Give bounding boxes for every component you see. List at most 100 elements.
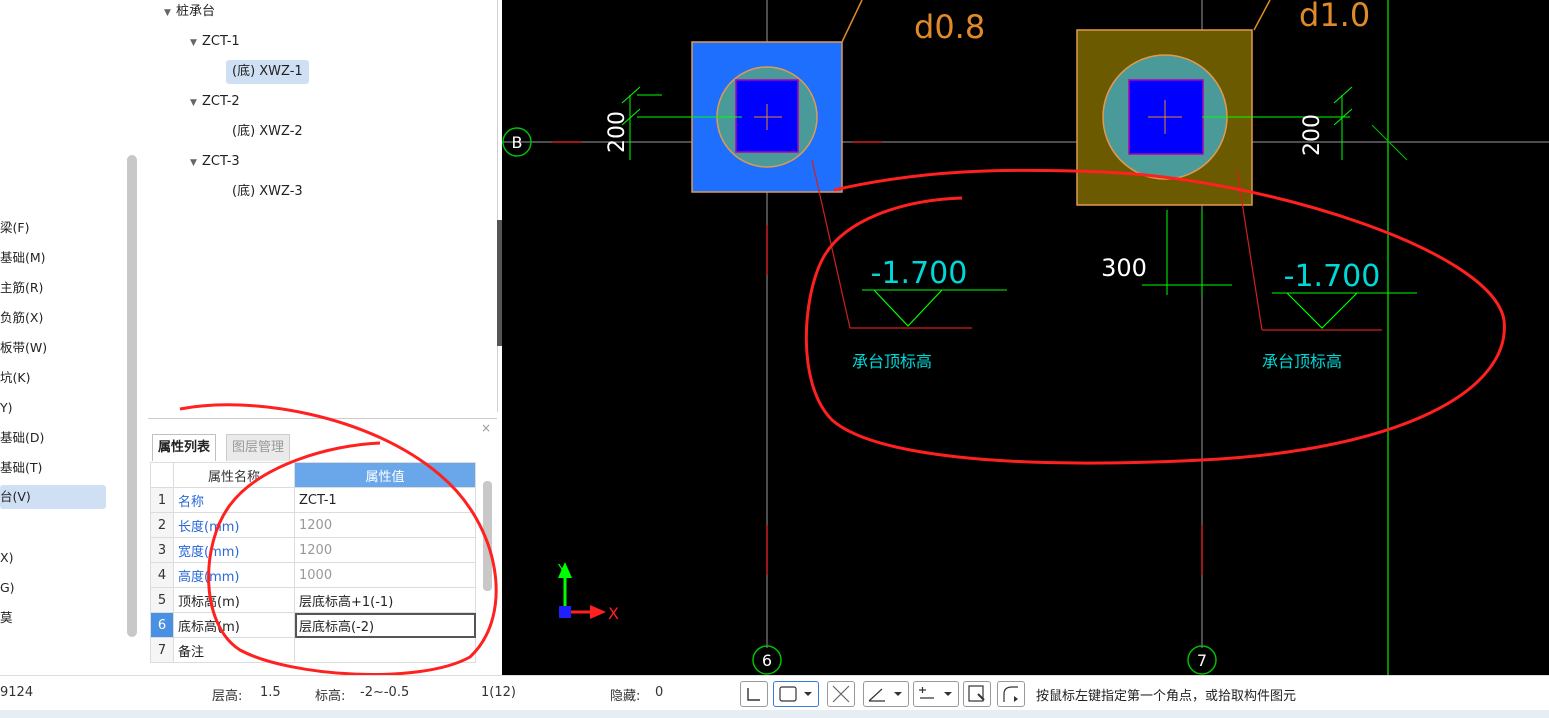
table-header-row: 属性名称 属性值 [150,462,476,488]
selection-count: 1(12) [481,685,516,700]
property-value[interactable]: 1200 [294,512,476,538]
elev-text-right: -1.700 [1284,259,1381,294]
row-number-header [150,462,174,488]
nav-item-pit[interactable]: 坑(K) [0,366,106,390]
tab-property-list[interactable]: 属性列表 [152,434,217,461]
tree-node-zct-2[interactable]: ▼ ZCT-2 [190,90,240,114]
row-number: 4 [150,562,174,588]
property-value[interactable]: 层底标高+1(-1) [294,587,476,613]
select-box-button[interactable] [773,681,819,707]
property-value[interactable]: 1000 [294,562,476,588]
note-text-right: 承台顶标高 [1262,352,1342,371]
status-bar: 9124 层高: 1.5 标高: -2~-0.5 1(12) 隐藏: 0 按鼠标… [0,675,1549,711]
hidden-value: 0 [655,685,664,700]
property-scrollbar[interactable] [483,481,492,591]
window-bottom-edge [0,710,1549,718]
expand-arrow-icon[interactable]: ▼ [190,31,202,55]
arc-button[interactable] [997,681,1025,707]
ucs-y-label: Y [557,563,566,578]
cross-select-button[interactable] [827,681,855,707]
nav-item-slab-strip[interactable]: 板带(W) [0,336,106,360]
nav-item-neg-rebar[interactable]: 负筋(X) [0,306,106,330]
nav-scrollbar[interactable] [127,155,137,637]
axis-label-7: 7 [1197,651,1207,670]
offset-icon [919,687,952,699]
nav-item-foundation-t[interactable]: 基础(T) [0,456,106,480]
tree-node-zct-1[interactable]: ▼ ZCT-1 [190,30,240,54]
coordinate-readout: 9124 [0,685,34,700]
property-value[interactable]: ZCT-1 [294,487,476,513]
table-row[interactable]: 4 高度(mm) 1000 [150,562,476,588]
property-tabs: 属性列表 图层管理 [148,434,497,461]
table-row[interactable]: 6 底标高(m) 层底标高(-2) [150,612,476,638]
tree-node-xwz-1[interactable]: (底) XWZ-1 [226,60,309,84]
nav-item-main-rebar[interactable]: 主筋(R) [0,276,106,300]
command-hint: 按鼠标左键指定第一个角点，或拾取构件图元 [1036,689,1297,704]
expand-arrow-icon[interactable]: ▼ [190,151,202,175]
elev-text-left: -1.700 [871,256,968,291]
property-table: 属性名称 属性值 1 名称 ZCT-1 2 长度(mm) 1200 3 宽度(m… [150,462,476,663]
leader-line [841,0,863,43]
snap-icon [968,685,985,702]
tree-node-label: ZCT-1 [202,34,240,49]
property-name: 高度(mm) [173,562,295,588]
property-name: 长度(mm) [173,512,295,538]
ortho-mode-button[interactable] [740,681,768,707]
table-row[interactable]: 7 备注 [150,637,476,663]
property-name-header: 属性名称 [173,462,295,488]
property-name: 名称 [173,487,295,513]
table-row[interactable]: 1 名称 ZCT-1 [150,487,476,513]
snap-button[interactable] [963,681,991,707]
angle-button[interactable] [863,681,909,707]
close-icon[interactable]: × [481,421,491,435]
tree-node-zct-3[interactable]: ▼ ZCT-3 [190,150,240,174]
tab-layer-management[interactable]: 图层管理 [226,434,291,461]
markup-ellipse-canvas [804,168,1506,465]
cross-icon [832,685,850,703]
hidden-label: 隐藏: [610,689,641,704]
table-row[interactable]: 2 长度(mm) 1200 [150,512,476,538]
table-row[interactable]: 5 顶标高(m) 层底标高+1(-1) [150,587,476,613]
row-number: 1 [150,487,174,513]
property-value-editor[interactable]: 层底标高(-2) [294,612,476,638]
component-tree: ▼ 桩承台 ▼ ZCT-1 (底) XWZ-1 ▼ ZCT-2 (底) XWZ-2 ▼… [148,0,498,412]
property-name: 宽度(mm) [173,537,295,563]
dim-tick [1333,86,1353,104]
floor-height-label: 层高: [212,689,243,704]
ucs-x-label: X [608,604,619,623]
property-name: 顶标高(m) [173,587,295,613]
offset-button[interactable] [913,681,959,707]
axis-label-b: B [512,133,523,152]
ucs-x-arrow [590,605,606,619]
row-number: 5 [150,587,174,613]
elevation-value: -2~-0.5 [360,685,410,700]
floor-height-value: 1.5 [260,685,281,700]
expand-arrow-icon[interactable]: ▼ [190,91,202,115]
nav-item-y[interactable]: Y) [0,396,106,420]
cad-drawing-canvas[interactable]: B 6 7 d0.8 d1.0 200 200 300 -1.700 承台顶标高… [502,0,1549,675]
tree-node-xwz-2[interactable]: (底) XWZ-2 [232,120,303,144]
tree-node-pile-cap[interactable]: ▼ 桩承台 [164,0,215,24]
nav-item-beam[interactable]: 梁(F) [0,216,106,240]
module-nav: 梁(F) 基础(M) 主筋(R) 负筋(X) 板带(W) 坑(K) Y) 基础(… [0,0,140,675]
nav-item-foundation-d[interactable]: 基础(D) [0,426,106,450]
nav-item-x[interactable]: X) [0,546,106,570]
property-value[interactable] [294,637,476,663]
tree-node-xwz-3[interactable]: (底) XWZ-3 [232,180,303,204]
nav-item-g[interactable]: G) [0,576,106,600]
drawing-svg: B 6 7 d0.8 d1.0 200 200 300 -1.700 承台顶标高… [502,0,1549,675]
property-value[interactable]: 1200 [294,537,476,563]
property-panel: × 属性列表 图层管理 属性名称 属性值 1 名称 ZCT-1 2 长度(mm)… [148,418,497,676]
nav-item-foundation-m[interactable]: 基础(M) [0,246,106,270]
axis-label-6: 6 [762,651,772,670]
property-value-header: 属性值 [294,462,476,488]
nav-item-model[interactable]: 莫 [0,606,106,630]
property-name: 底标高(m) [173,612,295,638]
ucs-origin [559,606,571,618]
table-row[interactable]: 3 宽度(mm) 1200 [150,537,476,563]
arc-icon [1003,686,1018,702]
nav-item-pile-cap[interactable]: 台(V) [0,485,106,509]
expand-arrow-icon[interactable]: ▼ [164,1,176,25]
elevation-label: 标高: [315,689,346,704]
tree-node-label: ZCT-3 [202,154,240,169]
